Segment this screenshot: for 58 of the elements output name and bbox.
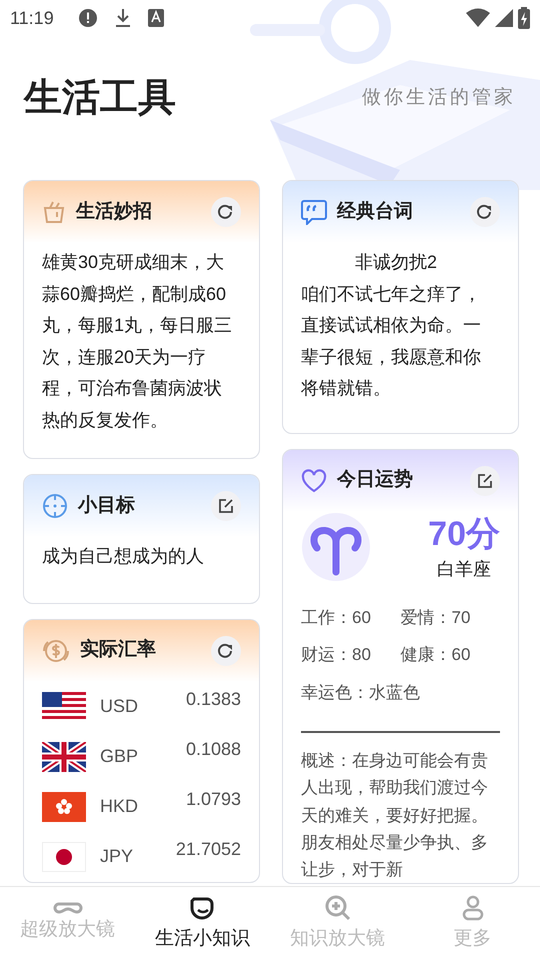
target-icon [42,493,68,519]
text-box-icon [148,9,164,27]
quote-text: 咱们不试七年之痒了，直接试试相依为命。一辈子很短，我愿意和你将错就错。 [301,282,482,400]
download-icon [114,8,132,28]
card-title: 今日运势 [337,468,414,492]
battery-icon [518,7,530,29]
edit-button[interactable] [470,466,500,496]
refresh-icon [476,203,494,221]
tab-button[interactable]: 超级放大镜 [0,887,135,960]
lucky-color: 幸运色：水蓝色 [301,682,421,704]
clock-text: 11:19 [10,6,54,30]
uk-flag [42,742,86,772]
tab-button[interactable]: 更多 [405,887,540,960]
hong-kong-flag [42,792,86,822]
quote-bubble-icon [301,199,327,225]
fortune-stat: 爱情：70 [400,606,472,629]
fortune-summary: 概述：在身边可能会有贵人出现，帮助我们渡过今天的难关，要好好把握。朋友相处尽量少争执、多让步，对于新 [301,750,489,881]
fortune-stat: 健康：60 [400,644,472,666]
japan-flag [42,842,86,872]
refresh-icon [217,203,235,221]
card-title: 生活妙招 [76,200,153,224]
exchange-rate: 0.1383 [186,688,241,710]
currency-code: GBP [100,745,140,768]
basket-icon [42,200,66,224]
exchange-rate: 21.7052 [176,838,241,860]
movie-title: 非诚勿扰2 [354,251,438,274]
card-title: 经典台词 [337,200,414,224]
alert-icon [78,8,98,28]
exchange-rate: 0.1088 [186,738,241,760]
tab-button[interactable]: 知识放大镜 [270,887,405,960]
edit-button[interactable] [211,491,241,521]
fortune-stat: 财运：80 [301,644,372,666]
refresh-icon [217,642,235,660]
card-title: 实际汇率 [80,638,157,662]
refresh-button[interactable] [211,636,241,666]
us-flag [42,692,86,722]
goal-text: 成为自己想成为的人 [41,545,205,568]
page-subtitle: 做你生活的管家 [362,86,516,110]
wifi-icon [466,8,490,28]
page-title: 生活工具 [24,76,176,120]
currency-code: HKD [100,795,140,818]
fortune-score: 70分 [428,514,500,554]
tip-text: 雄黄30克研成细末，大蒜60瓣捣烂，配制成60丸，每服1丸，每日服三次，连服20天为一疗程，可治布鲁菌病波状热的反复发作。 [41,251,234,432]
goggles-icon [52,902,82,914]
refresh-button[interactable] [211,197,241,227]
currency-code: JPY [100,845,134,868]
exchange-rate: 1.0793 [186,788,241,810]
zodiac-sign: 白羊座 [437,558,492,581]
signal-icon [494,8,514,28]
card-title: 小目标 [78,494,136,518]
currency-code: USD [100,695,140,718]
aries-icon [301,512,371,582]
heart-icon [301,468,327,492]
edit-icon [217,497,235,515]
edit-icon [476,472,494,490]
refresh-button[interactable] [470,197,500,227]
fortune-stat: 工作：60 [301,606,372,629]
tab-button[interactable]: 生活小知识 [135,887,270,960]
